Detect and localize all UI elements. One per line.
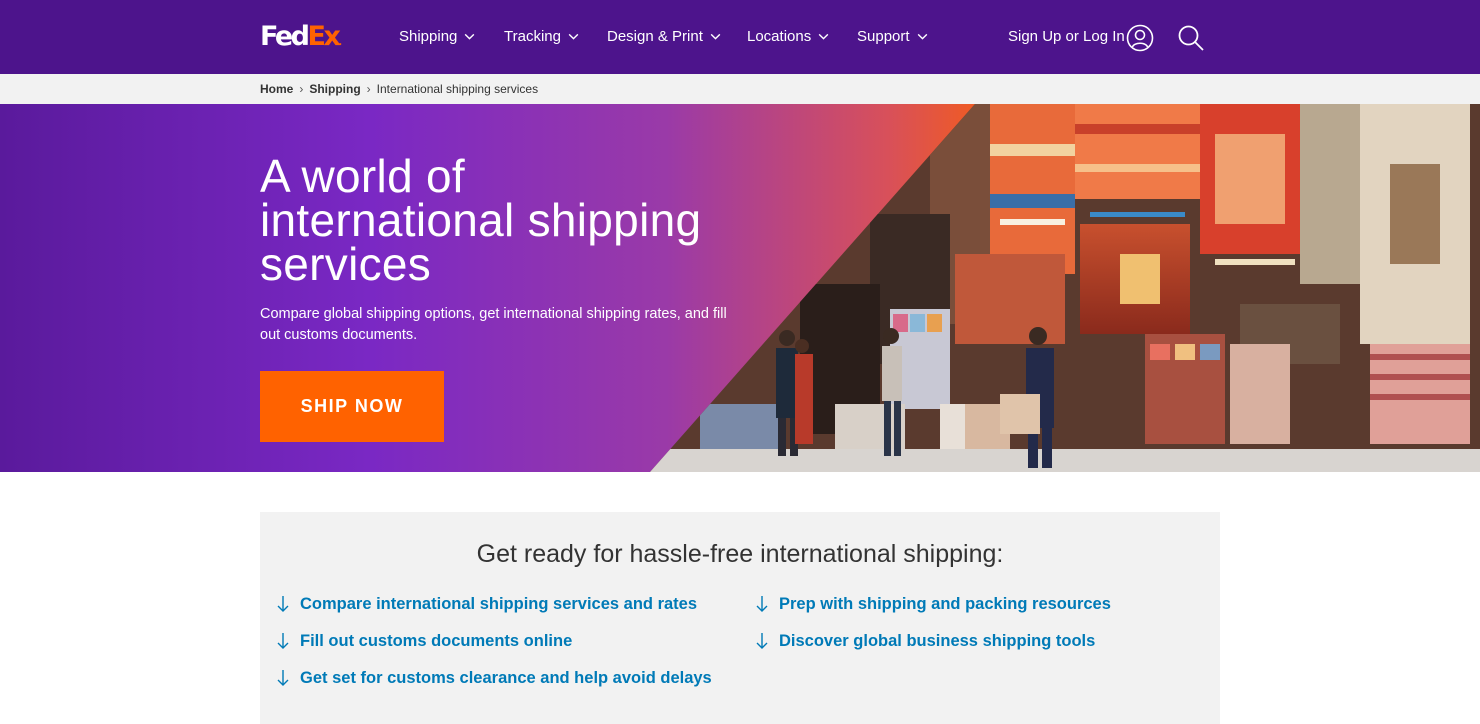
nav-label: Design & Print bbox=[607, 28, 703, 45]
link-packing-resources[interactable]: Prep with shipping and packing resources bbox=[755, 594, 1111, 614]
link-label: Prep with shipping and packing resources bbox=[779, 594, 1111, 613]
nav-label: Shipping bbox=[399, 28, 458, 45]
link-label: Compare international shipping services … bbox=[300, 594, 698, 613]
ship-now-button[interactable]: SHIP NOW bbox=[260, 371, 444, 442]
hero-subtitle: Compare global shipping options, get int… bbox=[260, 306, 727, 343]
link-compare-services[interactable]: Compare international shipping services … bbox=[276, 594, 697, 614]
hero-title-line: A world of bbox=[260, 150, 465, 202]
chevron-down-icon bbox=[465, 33, 475, 40]
panel-title: Get ready for hassle-free international … bbox=[476, 540, 1004, 568]
search-icon[interactable] bbox=[1177, 24, 1205, 52]
chevron-down-icon bbox=[818, 33, 829, 40]
logo-main-text: Fed bbox=[260, 21, 310, 52]
chevron-down-icon bbox=[710, 33, 721, 40]
logo-dot: . bbox=[338, 37, 343, 48]
logo-accent-text: Ex bbox=[307, 21, 341, 52]
quick-links-panel: Get ready for hassle-free international … bbox=[260, 512, 1220, 724]
nav-label: Tracking bbox=[504, 28, 561, 45]
nav-label: Locations bbox=[747, 28, 812, 45]
sign-up-login-link[interactable]: Sign Up or Log In bbox=[1008, 28, 1125, 45]
nav-item-tracking[interactable]: Tracking bbox=[504, 28, 580, 45]
chevron-down-icon bbox=[917, 33, 927, 40]
link-customs-clearance[interactable]: Get set for customs clearance and help a… bbox=[276, 668, 712, 688]
nav-item-support[interactable]: Support bbox=[857, 28, 929, 45]
breadcrumb-current: International shipping services bbox=[376, 82, 539, 96]
user-icon[interactable] bbox=[1126, 24, 1154, 52]
breadcrumb-shipping[interactable]: Shipping bbox=[309, 82, 360, 96]
hero-title: A world of international shipping servic… bbox=[260, 150, 780, 290]
nav-item-design-print[interactable]: Design & Print bbox=[607, 28, 722, 45]
chevron-down-icon bbox=[568, 33, 579, 40]
breadcrumb-separator: › bbox=[299, 82, 304, 96]
hero-title-line: international shipping bbox=[260, 194, 702, 246]
arrow-down-icon bbox=[756, 633, 768, 649]
arrow-down-icon bbox=[277, 670, 289, 686]
link-label: Discover global business shipping tools bbox=[779, 631, 1096, 650]
link-label: Get set for customs clearance and help a… bbox=[300, 668, 712, 687]
arrow-down-icon bbox=[277, 633, 289, 649]
hero-title-line: services bbox=[260, 238, 432, 290]
breadcrumb: Home › Shipping › International shipping… bbox=[260, 82, 538, 96]
nav-item-shipping[interactable]: Shipping bbox=[399, 28, 476, 45]
link-business-tools[interactable]: Discover global business shipping tools bbox=[755, 631, 1095, 651]
link-label: Fill out customs documents online bbox=[300, 631, 573, 650]
nav-item-locations[interactable]: Locations bbox=[747, 28, 830, 45]
nav-label: Support bbox=[857, 28, 910, 45]
arrow-down-icon bbox=[756, 596, 768, 612]
breadcrumb-home[interactable]: Home bbox=[260, 82, 293, 96]
breadcrumb-bar: Home › Shipping › International shipping… bbox=[0, 74, 1480, 104]
link-customs-documents[interactable]: Fill out customs documents online bbox=[276, 631, 572, 651]
fedex-logo[interactable]: FedEx. bbox=[260, 22, 342, 58]
breadcrumb-separator: › bbox=[366, 82, 371, 96]
arrow-down-icon bbox=[277, 596, 289, 612]
top-navigation-bar: FedEx. Shipping Tracking Design & Print … bbox=[0, 0, 1480, 74]
hero-banner: A world of international shipping servic… bbox=[0, 104, 1480, 472]
